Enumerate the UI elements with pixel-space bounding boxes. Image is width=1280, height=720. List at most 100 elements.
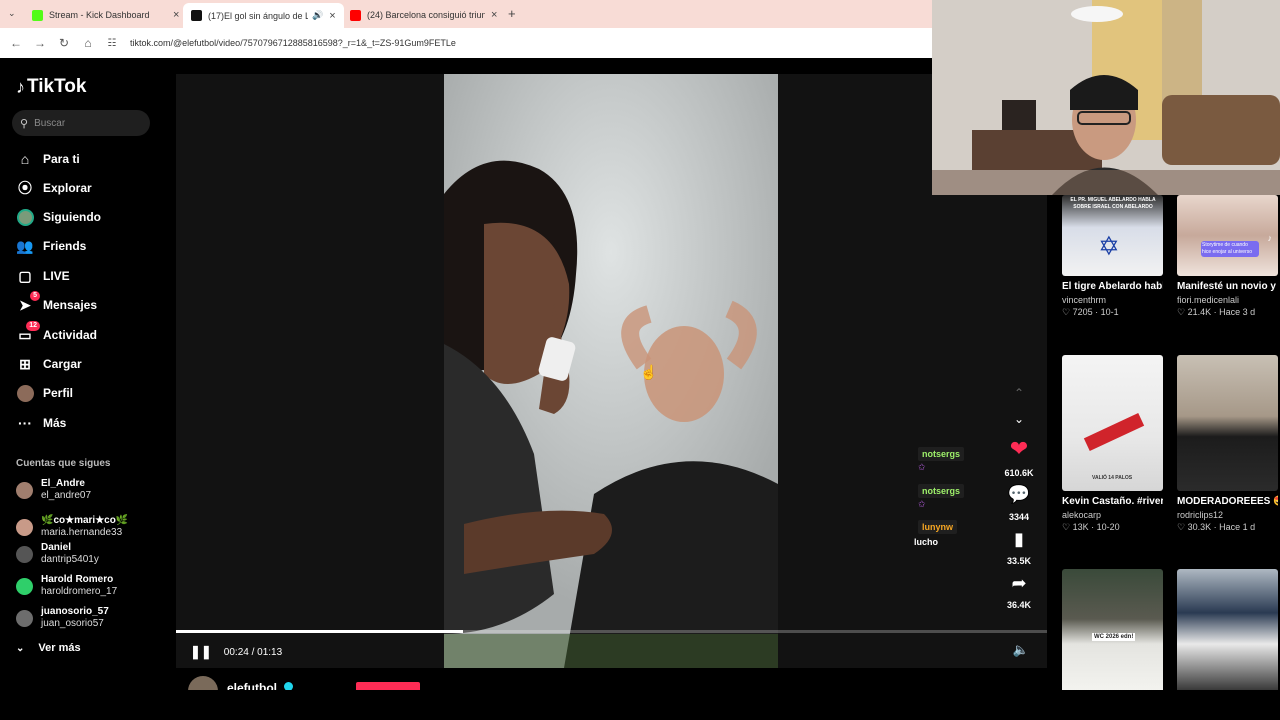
sidebar-item-label: Para ti <box>43 152 80 166</box>
heart-icon: ♡ <box>1062 307 1071 317</box>
video-time: 00:24 / 01:13 <box>223 646 283 658</box>
see-more-link[interactable]: ⌄ Ver más <box>16 642 81 654</box>
sidebar-item-label: Cargar <box>43 357 82 371</box>
close-tab-icon[interactable]: × <box>329 10 335 22</box>
sidebar-item-live[interactable]: ▢ LIVE <box>16 266 70 286</box>
video-card-likes: 30.3K <box>1187 522 1212 532</box>
home-icon[interactable]: ⌂ <box>76 36 100 50</box>
sidebar-item-label: Friends <box>43 239 87 253</box>
chat-message: lucho <box>914 537 938 547</box>
tab-tiktok-video[interactable]: (17)El gol sin ángulo de Lui 🔊 × <box>183 3 344 28</box>
following-account[interactable]: Daniel dantrip5401y <box>16 542 99 566</box>
video-card[interactable]: Storytime de cuando hice enojar al unive… <box>1177 195 1278 318</box>
sidebar-item-perfil[interactable]: Perfil <box>16 383 73 403</box>
tab-kick-dashboard[interactable]: Stream - Kick Dashboard × <box>24 4 187 26</box>
video-thumbnail[interactable]: EL PR. MIGUEL ABELARDO HABLA SOBRE ISRAE… <box>1062 195 1163 276</box>
video-card-date: 10-20 <box>1096 522 1120 532</box>
close-tab-icon[interactable]: × <box>173 9 179 21</box>
sidebar-item-label: Mensajes <box>43 298 98 312</box>
like-count: 610.6K <box>1004 468 1034 478</box>
tab-youtube-barcelona[interactable]: (24) Barcelona consiguió triunf × <box>342 4 505 26</box>
tab-list-dropdown-icon[interactable]: ⌄ <box>8 8 16 19</box>
share-icon[interactable]: ➦ <box>1006 573 1032 594</box>
related-videos: EL PR. MIGUEL ABELARDO HABLA SOBRE ISRAE… <box>1047 195 1280 690</box>
sidebar-item-mensajes[interactable]: ➤ 5 Mensajes <box>16 291 98 315</box>
tiktok-watermark-icon: ♪ <box>1267 233 1273 243</box>
following-account[interactable]: El_Andre el_andre07 <box>16 478 91 502</box>
account-username: juan_osorio57 <box>41 618 104 629</box>
close-tab-icon[interactable]: × <box>491 9 497 21</box>
account-name: 🌿co★mari★co🌿 <box>41 515 129 526</box>
video-card[interactable]: EL PR. MIGUEL ABELARDO HABLA SOBRE ISRAE… <box>1062 195 1163 318</box>
video-card-meta: ♡ 13K · 10-20 <box>1062 522 1120 532</box>
video-card-date: Hace 1 d <box>1219 522 1256 532</box>
heart-icon: ♡ <box>1062 522 1071 532</box>
video-progress-bar[interactable] <box>176 630 1047 633</box>
video-frame[interactable] <box>444 74 778 668</box>
video-player[interactable]: ❚❚ 00:24 / 01:13 🔈 ☝ <box>176 74 1047 668</box>
comment-icon[interactable]: 💬 <box>1006 484 1032 505</box>
account-name: juanosorio_57 <box>41 606 109 617</box>
sidebar-item-cargar[interactable]: ⊞ Cargar <box>16 354 82 374</box>
video-card-meta: ♡ 7205 · 10-1 <box>1062 307 1119 317</box>
video-card[interactable] <box>1177 569 1278 690</box>
tiktok-note-icon: ♪ <box>16 76 25 97</box>
sidebar-item-friends[interactable]: 👥 Friends <box>16 236 86 256</box>
back-icon[interactable]: ← <box>4 36 28 50</box>
sidebar-item-siguiendo[interactable]: Siguiendo <box>16 207 101 227</box>
video-thumbnail[interactable] <box>1177 355 1278 491</box>
avatar <box>16 609 33 627</box>
sidebar-item-label: Siguiendo <box>43 210 101 224</box>
inbox-icon: ▭ 12 <box>16 321 40 344</box>
browser-tab-bar: ⌄ Stream - Kick Dashboard × (17)El gol s… <box>0 0 932 28</box>
sidebar-item-label: Perfil <box>43 386 74 400</box>
upload-icon: ⊞ <box>19 355 31 372</box>
like-heart-icon[interactable]: ❤ <box>1006 436 1032 462</box>
sidebar-item-explorar[interactable]: ⦿ Explorar <box>16 178 92 198</box>
search-input[interactable]: ⚲ Buscar <box>12 110 150 136</box>
account-name: Daniel <box>41 542 72 553</box>
video-card[interactable]: MODERADOREEES 🤩🤩🤩 #paratii... rodriclips… <box>1177 355 1278 533</box>
kick-favicon-icon <box>32 9 43 21</box>
sidebar-item-actividad[interactable]: ▭ 12 Actividad <box>16 321 97 345</box>
site-info-icon[interactable]: ☷ <box>100 38 124 49</box>
chevron-down-icon: ⌄ <box>16 642 25 654</box>
new-tab-button[interactable]: + <box>508 6 516 21</box>
following-account[interactable]: Harold Romero haroldromero_17 <box>16 574 117 598</box>
video-card-date: Hace 3 d <box>1219 307 1256 317</box>
thumbnail-caption: Storytime de cuando hice enojar al unive… <box>1201 241 1259 257</box>
video-thumbnail[interactable]: WC 2026 edn! <box>1062 569 1163 690</box>
next-video-icon[interactable]: ⌄ <box>1006 412 1032 426</box>
address-bar: ← → ↻ ⌂ ☷ tiktok.com/@elefutbol/video/75… <box>0 28 932 58</box>
following-account[interactable]: 🌿co★mari★co🌿 maria.hernande33 <box>16 515 128 539</box>
previous-video-icon[interactable]: ⌃ <box>1006 386 1032 400</box>
pause-icon[interactable]: ❚❚ <box>190 644 212 660</box>
tiktok-logo[interactable]: ♪ TikTok <box>16 76 86 98</box>
video-thumbnail[interactable]: VALIÓ 14 PALOS <box>1062 355 1163 491</box>
chat-emote-icon: ✩ <box>918 499 926 509</box>
tiktok-favicon-icon <box>191 10 202 21</box>
video-card[interactable]: WC 2026 edn! <box>1062 569 1163 690</box>
sidebar-item-label: Explorar <box>43 181 92 195</box>
sidebar-item-label: LIVE <box>43 269 70 283</box>
video-thumbnail[interactable] <box>1177 569 1278 690</box>
webcam-image <box>932 0 1280 195</box>
video-author-bar: elefutbol <box>176 668 1047 706</box>
following-account[interactable]: juanosorio_57 juan_osorio57 <box>16 606 109 630</box>
sidebar-item-para-ti[interactable]: ⌂ Para ti <box>16 149 80 169</box>
volume-icon[interactable]: 🔈 <box>1013 642 1029 658</box>
share-count: 36.4K <box>1006 600 1032 610</box>
video-card[interactable]: VALIÓ 14 PALOS Kevin Castaño. #riverplat… <box>1062 355 1163 533</box>
forward-icon[interactable]: → <box>28 36 52 50</box>
speaker-icon[interactable]: 🔊 <box>312 10 323 21</box>
sidebar-item-mas[interactable]: ··· Más <box>16 413 66 433</box>
chat-username: notsergs <box>918 484 965 498</box>
friends-icon: 👥 <box>16 237 34 254</box>
bookmark-icon[interactable]: ▮ <box>1006 529 1032 550</box>
tab-title: (24) Barcelona consiguió triunf <box>367 10 485 20</box>
video-card-meta: ♡ 21.4K · Hace 3 d <box>1177 307 1256 317</box>
video-thumbnail[interactable]: Storytime de cuando hice enojar al unive… <box>1177 195 1278 276</box>
more-icon: ··· <box>18 415 32 431</box>
reload-icon[interactable]: ↻ <box>52 36 76 50</box>
url-field[interactable]: tiktok.com/@elefutbol/video/757079671288… <box>130 38 456 48</box>
